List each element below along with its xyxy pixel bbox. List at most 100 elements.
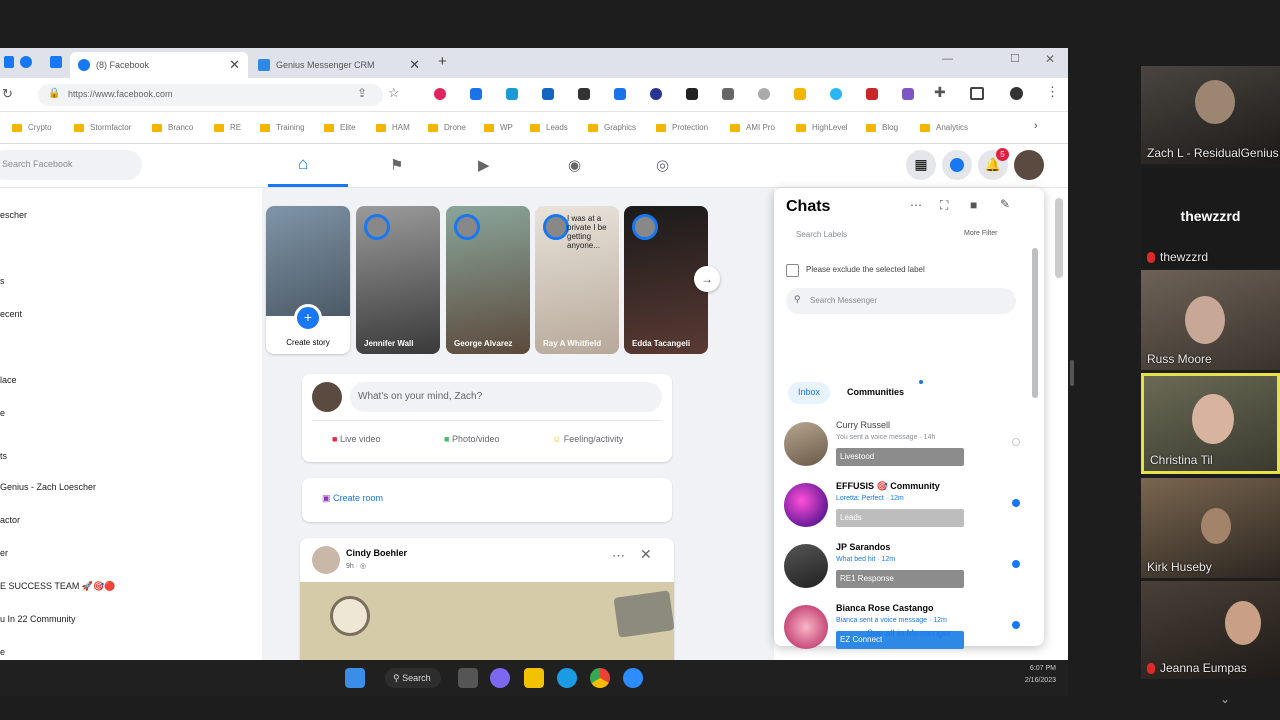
sidebar-item[interactable]: lace <box>0 375 17 385</box>
sidebar-item[interactable]: E SUCCESS TEAM 🚀🎯🔴 <box>0 581 115 592</box>
extension-icon[interactable] <box>758 88 770 100</box>
chat-label-select[interactable]: Leads <box>836 509 964 527</box>
extension-icon[interactable] <box>794 88 806 100</box>
bookmark-folder[interactable]: Elite <box>324 123 356 132</box>
extension-icon[interactable] <box>470 88 482 100</box>
maximize-button[interactable]: ☐ <box>1010 52 1020 65</box>
sidebar-item[interactable]: e <box>0 647 5 657</box>
groups-icon[interactable]: ◉ <box>568 156 581 174</box>
chat-item[interactable]: Curry Russell You sent a voice message ·… <box>784 420 1034 478</box>
search-labels-input[interactable]: Search Labels <box>796 230 847 239</box>
photo-video-button[interactable]: ■ Photo/video <box>444 434 499 444</box>
linkedin-pinned-icon[interactable] <box>50 56 62 68</box>
pinned-tab-icon[interactable] <box>4 56 14 68</box>
stories-next-button[interactable]: → <box>694 266 720 292</box>
page-scrollbar[interactable] <box>1055 198 1063 278</box>
file-explorer-icon[interactable] <box>524 668 544 688</box>
post-author[interactable]: Cindy Boehler <box>346 548 407 558</box>
extension-icon[interactable] <box>434 88 446 100</box>
bookmark-folder[interactable]: WP <box>484 123 513 132</box>
participant-video-tile-active-speaker[interactable]: Christina Til <box>1141 373 1280 474</box>
chat-label-select[interactable]: Livestood <box>836 448 964 466</box>
sidebar-item[interactable]: ts <box>0 451 7 461</box>
chat-item[interactable]: EFFUSIS 🎯 Community Loretta: Perfect · 1… <box>784 481 1034 539</box>
extension-icon[interactable] <box>578 88 590 100</box>
bookmark-folder[interactable]: RE <box>214 123 241 132</box>
new-tab-button[interactable]: + <box>438 53 447 70</box>
create-room-button[interactable]: ▣ Create room <box>322 493 383 504</box>
bookmark-folder[interactable]: Crypto <box>12 123 52 132</box>
account-avatar[interactable] <box>1014 150 1044 180</box>
bookmark-folder[interactable]: Protection <box>656 123 708 132</box>
home-icon[interactable]: ⌂ <box>298 154 308 174</box>
taskbar-search-button[interactable]: ⚲ Search <box>385 668 441 688</box>
close-window-button[interactable]: ✕ <box>1045 52 1055 66</box>
sidebar-item[interactable]: er <box>0 548 8 558</box>
plus-icon[interactable]: + <box>294 304 322 332</box>
bookmark-folder[interactable]: AMI Pro <box>730 123 775 132</box>
sidebar-item[interactable]: actor <box>0 515 20 525</box>
bookmark-folder[interactable]: Training <box>260 123 305 132</box>
chats-scrollbar[interactable] <box>1032 248 1038 398</box>
participant-video-tile[interactable]: Kirk Huseby <box>1141 478 1280 578</box>
tab-facebook[interactable]: (8) Facebook ✕ <box>70 52 248 78</box>
bookmark-folder[interactable]: HAM <box>376 123 410 132</box>
participant-video-tile[interactable]: Jeanna Eumpas <box>1141 581 1280 679</box>
extension-icon[interactable] <box>506 88 518 100</box>
reload-icon[interactable]: ↻ <box>2 86 13 102</box>
close-post-icon[interactable]: ✕ <box>640 546 652 563</box>
edge-icon[interactable] <box>557 668 577 688</box>
profile-avatar[interactable] <box>1010 87 1023 100</box>
extension-icon[interactable] <box>830 88 842 100</box>
more-filter-button[interactable]: More Filter <box>964 230 997 237</box>
participant-video-tile[interactable]: Russ Moore <box>1141 270 1280 370</box>
chrome-menu-icon[interactable]: ⋮ <box>1046 84 1059 100</box>
chat-options-icon[interactable]: ⋯ <box>910 198 922 212</box>
bookmark-folder[interactable]: Graphics <box>588 123 636 132</box>
video-call-icon[interactable]: ■ <box>970 198 977 212</box>
side-panel-icon[interactable] <box>970 87 984 100</box>
tab-inbox[interactable]: Inbox <box>788 382 830 404</box>
lock-icon[interactable]: 🔒 <box>48 88 60 99</box>
tab-genius-messenger[interactable]: Genius Messenger CRM ✕ <box>250 52 428 78</box>
tab-communities[interactable]: Communities <box>847 387 904 397</box>
composer-input[interactable]: What's on your mind, Zach? <box>350 382 662 412</box>
gallery-scroll-down-icon[interactable]: ⌄ <box>1220 692 1230 706</box>
story-card[interactable]: Jennifer Wall <box>356 206 440 354</box>
facebook-search-input[interactable]: Search Facebook <box>0 150 142 180</box>
minimize-button[interactable]: — <box>942 53 953 65</box>
live-video-button[interactable]: ■ Live video <box>332 434 380 444</box>
address-bar[interactable]: 🔒 https://www.facebook.com <box>38 84 383 106</box>
watch-icon[interactable]: ▶ <box>478 156 490 174</box>
post-image[interactable] <box>300 582 675 660</box>
exclude-label-checkbox[interactable] <box>786 264 799 277</box>
task-view-icon[interactable] <box>458 668 478 688</box>
story-card[interactable]: I was at a private I be getting anyone..… <box>535 206 619 354</box>
messenger-button[interactable] <box>942 150 972 180</box>
sidebar-item[interactable]: escher <box>0 210 27 220</box>
start-icon[interactable] <box>345 668 365 688</box>
gallery-resize-handle[interactable] <box>1070 360 1074 386</box>
bookmark-folder[interactable]: Leads <box>530 123 568 132</box>
extension-icon[interactable] <box>614 88 626 100</box>
extensions-puzzle-icon[interactable]: ✚ <box>934 84 946 101</box>
bookmark-folder[interactable]: Stormfactor <box>74 123 131 132</box>
sidebar-item[interactable]: ecent <box>0 309 22 319</box>
extension-icon[interactable] <box>722 88 734 100</box>
extension-icon[interactable] <box>686 88 698 100</box>
bookmark-folder[interactable]: Blog <box>866 123 898 132</box>
bookmark-folder[interactable]: HighLevel <box>796 123 848 132</box>
facebook-pinned-icon[interactable] <box>20 56 32 68</box>
bookmark-star-icon[interactable]: ☆ <box>388 85 400 101</box>
sidebar-item[interactable]: Genius - Zach Loescher <box>0 482 96 492</box>
create-story-card[interactable]: + Create story <box>266 206 350 354</box>
bookmark-folder[interactable]: Analytics <box>920 123 968 132</box>
gaming-icon[interactable]: ◎ <box>656 156 669 174</box>
search-messenger-input[interactable]: ⚲ Search Messenger <box>786 288 1016 314</box>
more-options-icon[interactable]: ⋯ <box>612 548 625 564</box>
bookmark-folder[interactable]: Drone <box>428 123 466 132</box>
pages-flag-icon[interactable]: ⚑ <box>390 156 403 174</box>
extension-icon[interactable] <box>650 88 662 100</box>
close-tab-icon[interactable]: ✕ <box>229 57 240 73</box>
participant-video-tile[interactable]: Zach L - ResidualGenius <box>1141 66 1280 164</box>
